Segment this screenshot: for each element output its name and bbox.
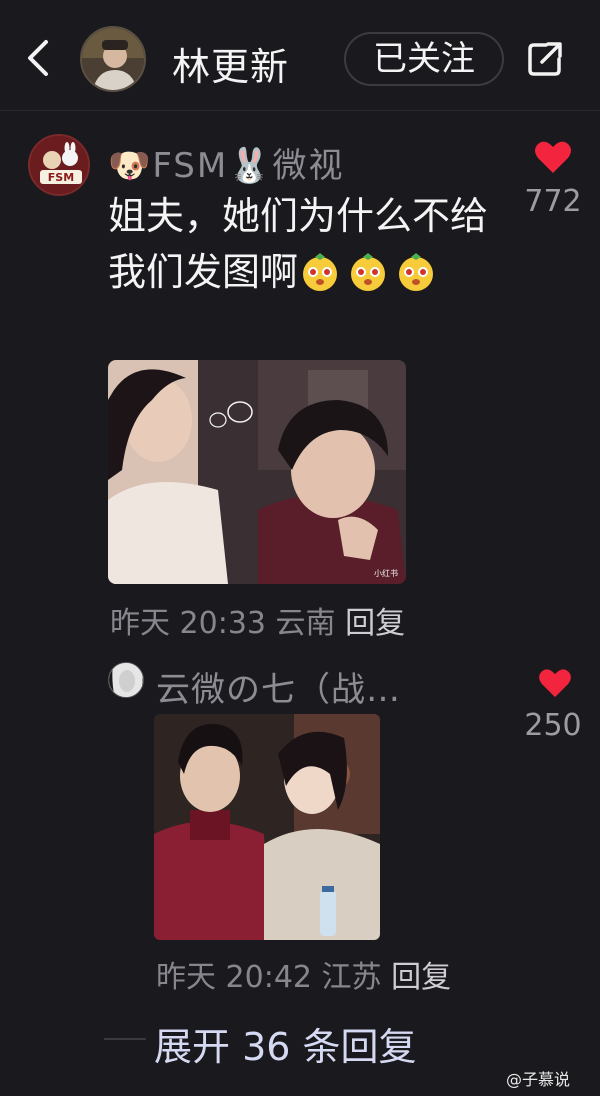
comment-location: 云南: [275, 606, 336, 641]
commenter-username[interactable]: 🐶FSM🐰微视: [108, 138, 345, 187]
emoji-icon: [399, 253, 434, 291]
expand-replies-button[interactable]: 展开 36 条回复: [154, 1016, 417, 1071]
comment-meta: 昨天 20:33 云南 回复: [110, 598, 405, 642]
image-watermark: 小红书: [374, 568, 398, 578]
reply-reply-button[interactable]: 回复: [391, 960, 451, 995]
emoji-icon: [351, 253, 386, 291]
comment-image[interactable]: 小红书: [108, 360, 406, 584]
replier-username[interactable]: 云微の七（战…: [156, 662, 401, 711]
heart-icon[interactable]: [538, 668, 572, 698]
expand-divider: [104, 1038, 146, 1040]
reply-location: 江苏: [321, 960, 382, 995]
header-divider: [0, 110, 600, 111]
author-name: 林更新: [172, 45, 290, 89]
top-bar: 林更新 已关注: [0, 0, 600, 110]
reply-like-count: 250: [524, 708, 582, 743]
like-count: 772: [524, 184, 582, 219]
comment-time: 昨天 20:33: [110, 606, 266, 641]
commenter-avatar[interactable]: FSM: [28, 134, 90, 196]
share-icon[interactable]: [526, 40, 564, 78]
heart-icon[interactable]: [534, 140, 572, 174]
back-icon[interactable]: [22, 38, 56, 78]
comment-text: 姐夫，她们为什么不给我们发图啊: [108, 188, 518, 300]
watermark: @子慕说: [506, 1070, 571, 1089]
reply-meta: 昨天 20:42 江苏 回复: [156, 952, 451, 996]
reply-button[interactable]: 回复: [345, 606, 405, 641]
emoji-icon: [303, 253, 338, 291]
reply-time: 昨天 20:42: [156, 960, 312, 995]
follow-button[interactable]: 已关注: [344, 32, 504, 86]
reply-image[interactable]: [154, 714, 380, 940]
replier-avatar[interactable]: [108, 662, 144, 698]
avatar-badge-text: FSM: [48, 171, 74, 184]
author-avatar[interactable]: [80, 26, 146, 92]
